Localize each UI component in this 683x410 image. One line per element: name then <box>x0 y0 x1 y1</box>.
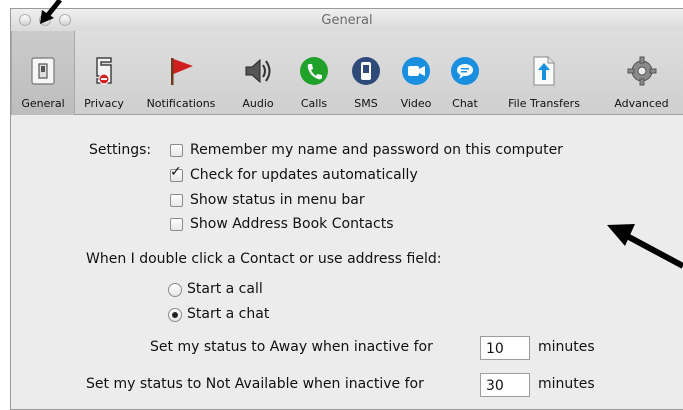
start-chat-label[interactable]: Start a chat <box>187 306 269 322</box>
file-transfer-icon <box>528 55 560 87</box>
remember-password-checkbox[interactable] <box>170 144 183 157</box>
tab-privacy-label: Privacy <box>84 97 124 110</box>
annotation-arrow-top-left <box>40 0 62 24</box>
show-address-book-checkbox[interactable] <box>170 218 183 231</box>
away-unit-label: minutes <box>538 339 595 355</box>
away-label: Set my status to Away when inactive for <box>150 339 433 355</box>
advanced-gear-icon <box>626 55 658 87</box>
start-call-label[interactable]: Start a call <box>187 281 263 297</box>
tab-file-transfers-label: File Transfers <box>508 97 580 110</box>
start-call-radio[interactable] <box>168 283 182 297</box>
tab-chat[interactable]: Chat <box>441 31 489 115</box>
title-bar[interactable]: General <box>11 9 683 31</box>
tab-sms-label: SMS <box>354 97 378 110</box>
calls-phone-icon <box>298 55 330 87</box>
tab-general[interactable]: General <box>11 31 75 115</box>
tab-advanced[interactable]: Advanced <box>599 31 683 115</box>
remember-password-label[interactable]: Remember my name and password on this co… <box>190 142 563 158</box>
preferences-window: General General Privacy Notifications Au… <box>10 8 683 410</box>
tab-calls-label: Calls <box>300 97 328 110</box>
video-camera-icon <box>400 55 432 87</box>
tab-file-transfers[interactable]: File Transfers <box>489 31 599 115</box>
tab-notifications[interactable]: Notifications <box>133 31 229 115</box>
window-title: General <box>321 13 373 28</box>
sms-icon <box>350 55 382 87</box>
notifications-flag-icon <box>165 55 197 87</box>
annotation-arrow-right <box>607 224 683 269</box>
general-switch-icon <box>27 55 59 87</box>
show-status-menu-bar-label[interactable]: Show status in menu bar <box>190 192 365 208</box>
tab-video[interactable]: Video <box>391 31 441 115</box>
settings-label: Settings: <box>89 142 152 158</box>
chat-bubble-icon <box>449 55 481 87</box>
double-click-label: When I double click a Contact or use add… <box>86 251 442 267</box>
tab-audio-label: Audio <box>242 97 274 110</box>
check-updates-checkbox[interactable]: ✓ <box>170 165 183 182</box>
show-status-menu-bar-checkbox[interactable] <box>170 194 183 207</box>
not-available-minutes-field[interactable] <box>480 373 530 397</box>
tab-audio[interactable]: Audio <box>229 31 287 115</box>
tab-calls[interactable]: Calls <box>287 31 341 115</box>
tab-video-label: Video <box>400 97 432 110</box>
start-chat-radio[interactable] <box>168 308 182 322</box>
tab-sms[interactable]: SMS <box>341 31 391 115</box>
radio-selected-dot <box>172 312 178 318</box>
tab-privacy[interactable]: Privacy <box>75 31 133 115</box>
away-minutes-field[interactable] <box>480 336 530 360</box>
tab-notifications-label: Notifications <box>146 97 216 110</box>
preferences-toolbar: General Privacy Notifications Audio Call… <box>11 31 683 115</box>
audio-speaker-icon <box>242 55 274 87</box>
general-settings-pane: Settings: Remember my name and password … <box>11 115 683 409</box>
tab-advanced-label: Advanced <box>614 97 669 110</box>
checkmark-icon: ✓ <box>170 164 182 180</box>
show-address-book-label[interactable]: Show Address Book Contacts <box>190 216 394 232</box>
privacy-lock-icon <box>88 55 120 87</box>
check-updates-label[interactable]: Check for updates automatically <box>190 167 418 183</box>
not-available-label: Set my status to Not Available when inac… <box>86 376 424 392</box>
not-available-unit-label: minutes <box>538 376 595 392</box>
tab-general-label: General <box>21 97 65 110</box>
tab-chat-label: Chat <box>452 97 478 110</box>
